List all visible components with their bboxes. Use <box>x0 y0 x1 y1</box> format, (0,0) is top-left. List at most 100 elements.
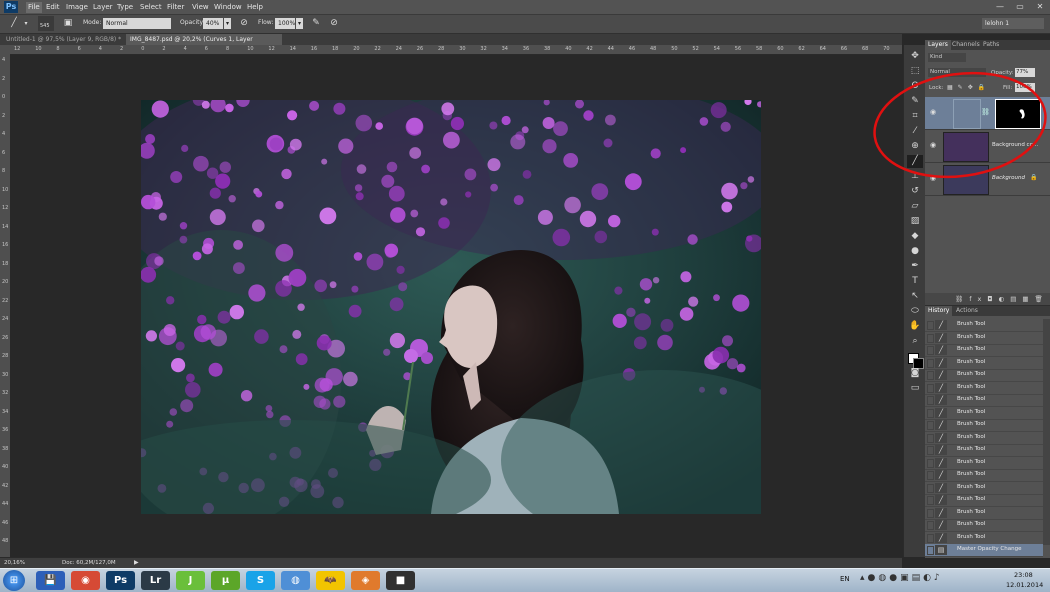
status-arrow-icon[interactable]: ▶ <box>134 559 139 566</box>
history-source-checkbox[interactable] <box>927 421 934 430</box>
history-item[interactable]: ╱ Brush Tool <box>925 532 1043 545</box>
zoom-tool-icon[interactable]: ⌕ <box>907 335 923 348</box>
batman-icon[interactable]: 🦇 <box>316 571 345 590</box>
menu-window[interactable]: Window <box>214 2 242 13</box>
zoom-level[interactable]: 20,16% <box>4 560 25 566</box>
chrome-icon[interactable]: ◉ <box>71 571 100 590</box>
history-source-checkbox[interactable] <box>927 471 934 480</box>
clock-date[interactable]: 12.01.2014 <box>1006 581 1043 589</box>
menu-layer[interactable]: Layer <box>93 2 113 13</box>
history-source-checkbox[interactable] <box>927 433 934 443</box>
history-item[interactable]: ╱ Brush Tool <box>925 432 1043 445</box>
brush-panel-icon[interactable]: ▣ <box>62 18 74 29</box>
history-item[interactable]: ▤ Master Opacity Change <box>925 544 1043 557</box>
tab-img-8487[interactable]: IMG_8487.psd @ 20,2% (Curves 1, Layer Ma… <box>126 34 282 54</box>
brush-tool-icon[interactable]: ╱ <box>8 18 20 29</box>
pressure-opacity-icon[interactable]: ⊘ <box>238 18 250 29</box>
screen-mode-icon[interactable]: ▭ <box>907 382 923 395</box>
tab-untitled-1[interactable]: Untitled-1 @ 97,5% (Layer 9, RGB/8) * <box>2 34 126 45</box>
tab-actions[interactable]: Actions <box>953 306 981 316</box>
history-item[interactable]: ╱ Brush Tool <box>925 469 1043 482</box>
history-item[interactable]: ╱ Brush Tool <box>925 357 1043 370</box>
eye-app-icon[interactable]: ◈ <box>351 571 380 590</box>
camera-icon[interactable]: ■ <box>386 571 415 590</box>
skype-icon[interactable]: S <box>246 571 275 590</box>
shape-tool-icon[interactable]: ⬭ <box>907 305 923 318</box>
history-source-checkbox[interactable] <box>927 396 934 405</box>
opacity-field[interactable]: 40% <box>203 18 223 29</box>
photoshop-icon[interactable]: Ps <box>106 571 135 590</box>
document-image[interactable] <box>141 100 761 514</box>
history-item[interactable]: ╱ Brush Tool <box>925 457 1043 470</box>
close-button[interactable]: ✕ <box>1030 1 1050 12</box>
history-item[interactable]: ╱ Brush Tool <box>925 419 1043 432</box>
menu-view[interactable]: View <box>192 2 209 13</box>
history-item[interactable]: ╱ Brush Tool <box>925 444 1043 457</box>
move-tool-icon[interactable]: ✥ <box>907 50 923 63</box>
tab-paths[interactable]: Paths <box>980 40 1002 50</box>
menu-select[interactable]: Select <box>140 2 162 13</box>
mode-select[interactable]: Normal <box>103 18 171 29</box>
start-button-icon[interactable]: ⊞ <box>3 570 25 591</box>
quick-mask-icon[interactable]: ◙ <box>907 367 923 380</box>
tab-channels[interactable]: Channels <box>949 40 983 50</box>
history-source-checkbox[interactable] <box>927 496 934 505</box>
pen-tool-icon[interactable]: ✒ <box>907 260 923 273</box>
dodge-tool-icon[interactable]: ● <box>907 245 923 258</box>
workspace-select[interactable]: lelohn 1 <box>982 18 1044 29</box>
menu-image[interactable]: Image <box>66 2 88 13</box>
clock-time[interactable]: 23:08 <box>1014 571 1033 579</box>
menu-type[interactable]: Type <box>117 2 133 13</box>
history-scrollbar[interactable] <box>1043 319 1050 545</box>
floppy-icon[interactable]: 💾 <box>36 571 65 590</box>
language-indicator[interactable]: EN <box>840 575 850 583</box>
menu-help[interactable]: Help <box>247 2 263 13</box>
history-source-checkbox[interactable] <box>927 521 934 530</box>
pressure-size-icon[interactable]: ⊘ <box>328 18 340 29</box>
history-source-checkbox[interactable] <box>927 483 934 493</box>
history-item[interactable]: ╱ Brush Tool <box>925 369 1043 382</box>
airbrush-icon[interactable]: ✎ <box>310 18 322 29</box>
history-source-checkbox[interactable] <box>927 408 934 418</box>
history-item[interactable]: ╱ Brush Tool <box>925 482 1043 495</box>
tab-history[interactable]: History <box>925 306 953 316</box>
history-source-checkbox[interactable] <box>927 346 934 355</box>
globe-icon[interactable]: ◍ <box>281 571 310 590</box>
utorrent-icon[interactable]: µ <box>211 571 240 590</box>
blur-tool-icon[interactable]: ◆ <box>907 230 923 243</box>
history-source-checkbox[interactable] <box>927 508 934 518</box>
history-item[interactable]: ╱ Brush Tool <box>925 382 1043 395</box>
history-item[interactable]: ╱ Brush Tool <box>925 319 1043 332</box>
history-source-checkbox[interactable] <box>927 358 934 368</box>
history-item[interactable]: ╱ Brush Tool <box>925 394 1043 407</box>
flow-dropdown-icon[interactable]: ▾ <box>296 18 303 29</box>
gradient-tool-icon[interactable]: ▨ <box>907 215 923 228</box>
history-source-checkbox[interactable] <box>927 321 934 330</box>
menu-file[interactable]: File <box>26 2 42 13</box>
minimize-button[interactable]: — <box>990 1 1010 12</box>
history-source-checkbox[interactable] <box>927 533 934 543</box>
flow-field[interactable]: 100% <box>275 18 295 29</box>
brush-preset-picker[interactable]: 545 <box>38 16 54 31</box>
history-source-checkbox[interactable] <box>927 546 934 555</box>
history-source-checkbox[interactable] <box>927 333 934 343</box>
menu-filter[interactable]: Filter <box>167 2 184 13</box>
lightroom-icon[interactable]: Lr <box>141 571 170 590</box>
j-app-icon[interactable]: J <box>176 571 205 590</box>
chevron-down-icon[interactable]: ▾ <box>20 18 32 29</box>
type-tool-icon[interactable]: T <box>907 275 923 288</box>
history-brush-tool-icon[interactable]: ↺ <box>907 185 923 198</box>
history-item[interactable]: ╱ Brush Tool <box>925 494 1043 507</box>
history-item[interactable]: ╱ Brush Tool <box>925 519 1043 532</box>
tab-layers[interactable]: Layers <box>925 40 951 50</box>
history-source-checkbox[interactable] <box>927 458 934 468</box>
history-item[interactable]: ╱ Brush Tool <box>925 507 1043 520</box>
opacity-dropdown-icon[interactable]: ▾ <box>224 18 231 29</box>
layer-filter-select[interactable]: Kind <box>928 53 966 62</box>
menu-edit[interactable]: Edit <box>46 2 60 13</box>
layer-footer-icons[interactable]: ⛓fx◘◐▤▦🗑 <box>955 295 1049 303</box>
history-item[interactable]: ╱ Brush Tool <box>925 332 1043 345</box>
eraser-tool-icon[interactable]: ▱ <box>907 200 923 213</box>
history-source-checkbox[interactable] <box>927 446 934 455</box>
hand-tool-icon[interactable]: ✋ <box>907 320 923 333</box>
